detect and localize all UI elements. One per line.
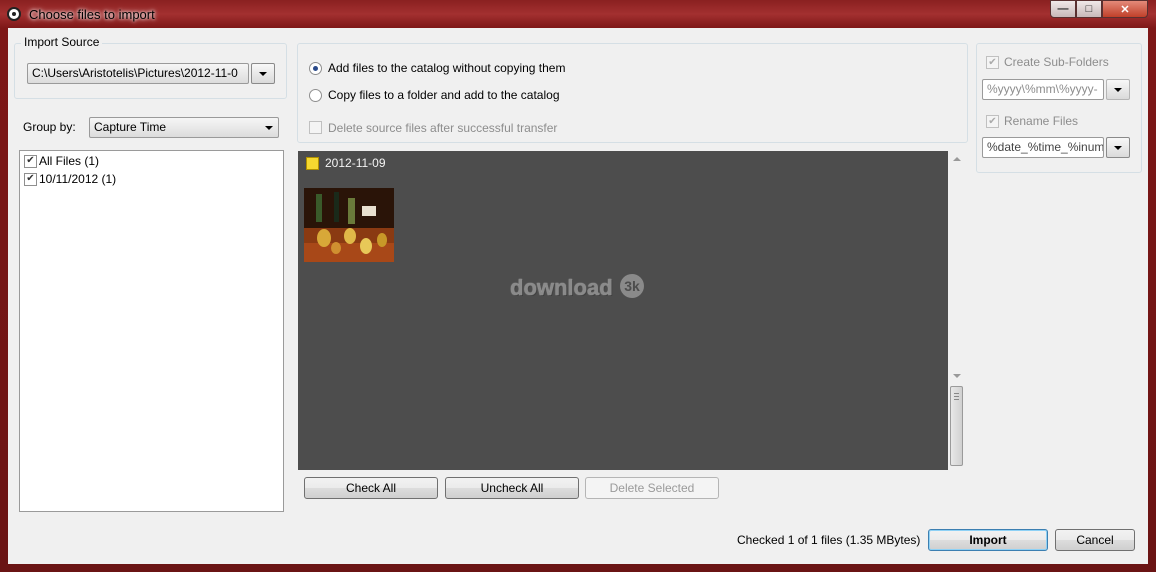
group-by-value: Capture Time [94,120,167,134]
app-icon [7,7,21,21]
uncheck-all-button[interactable]: Uncheck All [445,477,579,499]
tree-item-checkbox[interactable]: ✔ [24,154,37,168]
group-by-label: Group by: [23,120,76,134]
chevron-down-icon [259,71,267,76]
subfolder-pattern-dropdown-button[interactable] [1106,79,1130,100]
grip-line [954,396,959,397]
watermark-text: download [510,275,613,300]
status-text: Checked 1 of 1 files (1.35 MBytes) [737,533,921,547]
photo-thumbnail-image [304,188,394,262]
chevron-down-icon [1114,145,1122,150]
import-button[interactable]: Import [928,529,1048,551]
add-without-copy-label[interactable]: Add files to the catalog without copying… [328,61,565,75]
grip-line [954,393,959,394]
grip-line [954,399,959,400]
subfolder-pattern-input[interactable]: %yyyy\%mm\%yyyy- [982,79,1104,100]
group-by-select[interactable]: Capture Time [89,117,279,138]
scrollbar-thumb[interactable] [950,386,963,466]
minimize-button[interactable]: — [1050,0,1076,18]
scroll-up-arrow-icon[interactable] [953,157,961,161]
rename-pattern-dropdown-button[interactable] [1106,137,1130,158]
add-without-copy-radio[interactable] [309,62,322,75]
photo-thumbnail[interactable] [304,188,394,262]
maximize-icon: □ [1085,3,1093,15]
window-controls: — □ ✕ [1050,0,1148,20]
folder-check-icon[interactable] [306,157,319,170]
maximize-button[interactable]: □ [1076,0,1102,18]
delete-selected-button[interactable]: Delete Selected [585,477,719,499]
close-icon: ✕ [1120,3,1130,16]
import-dialog-window: Choose files to import — □ ✕ Import Sour… [0,0,1156,572]
window-title: Choose files to import [29,7,155,22]
gallery-scrollbar[interactable] [949,151,965,470]
minimize-icon: — [1057,3,1069,15]
tree-item-all-files[interactable]: ✔ All Files (1) [24,153,99,169]
tree-item-label: All Files (1) [39,154,100,168]
scroll-down-arrow-icon[interactable] [953,374,961,378]
cancel-button[interactable]: Cancel [1055,529,1135,551]
copy-to-folder-radio[interactable] [309,89,322,102]
thumbnail-gallery[interactable]: 2012-11-09 download 3k [298,151,948,470]
tree-item-checkbox[interactable]: ✔ [24,172,37,186]
delete-source-checkbox[interactable] [309,121,322,134]
title-bar[interactable]: Choose files to import — □ ✕ [0,0,1156,28]
tree-item-label: 10/11/2012 (1) [39,172,117,186]
copy-to-folder-label[interactable]: Copy files to a folder and add to the ca… [328,88,560,102]
close-button[interactable]: ✕ [1102,0,1148,18]
chevron-down-icon [1114,87,1122,92]
import-source-path[interactable]: C:\Users\Aristotelis\Pictures\2012-11-0 [27,63,249,84]
file-tree[interactable]: ✔ All Files (1) ✔ 10/11/2012 (1) [19,150,284,512]
delete-source-label: Delete source files after successful tra… [328,121,558,135]
import-source-dropdown-button[interactable] [251,63,275,84]
rename-pattern-input[interactable]: %date_%time_%inum [982,137,1104,158]
rename-files-checkbox[interactable]: ✔ [986,115,999,128]
create-subfolders-label: Create Sub-Folders [1004,55,1109,69]
dialog-client-area: Import Source C:\Users\Aristotelis\Pictu… [8,28,1148,564]
create-subfolders-checkbox[interactable]: ✔ [986,56,999,69]
tree-item-date[interactable]: ✔ 10/11/2012 (1) [24,171,116,187]
watermark-badge: 3k [620,274,644,298]
chevron-down-icon [265,126,273,130]
rename-files-label: Rename Files [1004,114,1079,128]
import-source-label: Import Source [21,35,103,49]
gallery-folder-name: 2012-11-09 [325,156,386,170]
check-all-button[interactable]: Check All [304,477,438,499]
